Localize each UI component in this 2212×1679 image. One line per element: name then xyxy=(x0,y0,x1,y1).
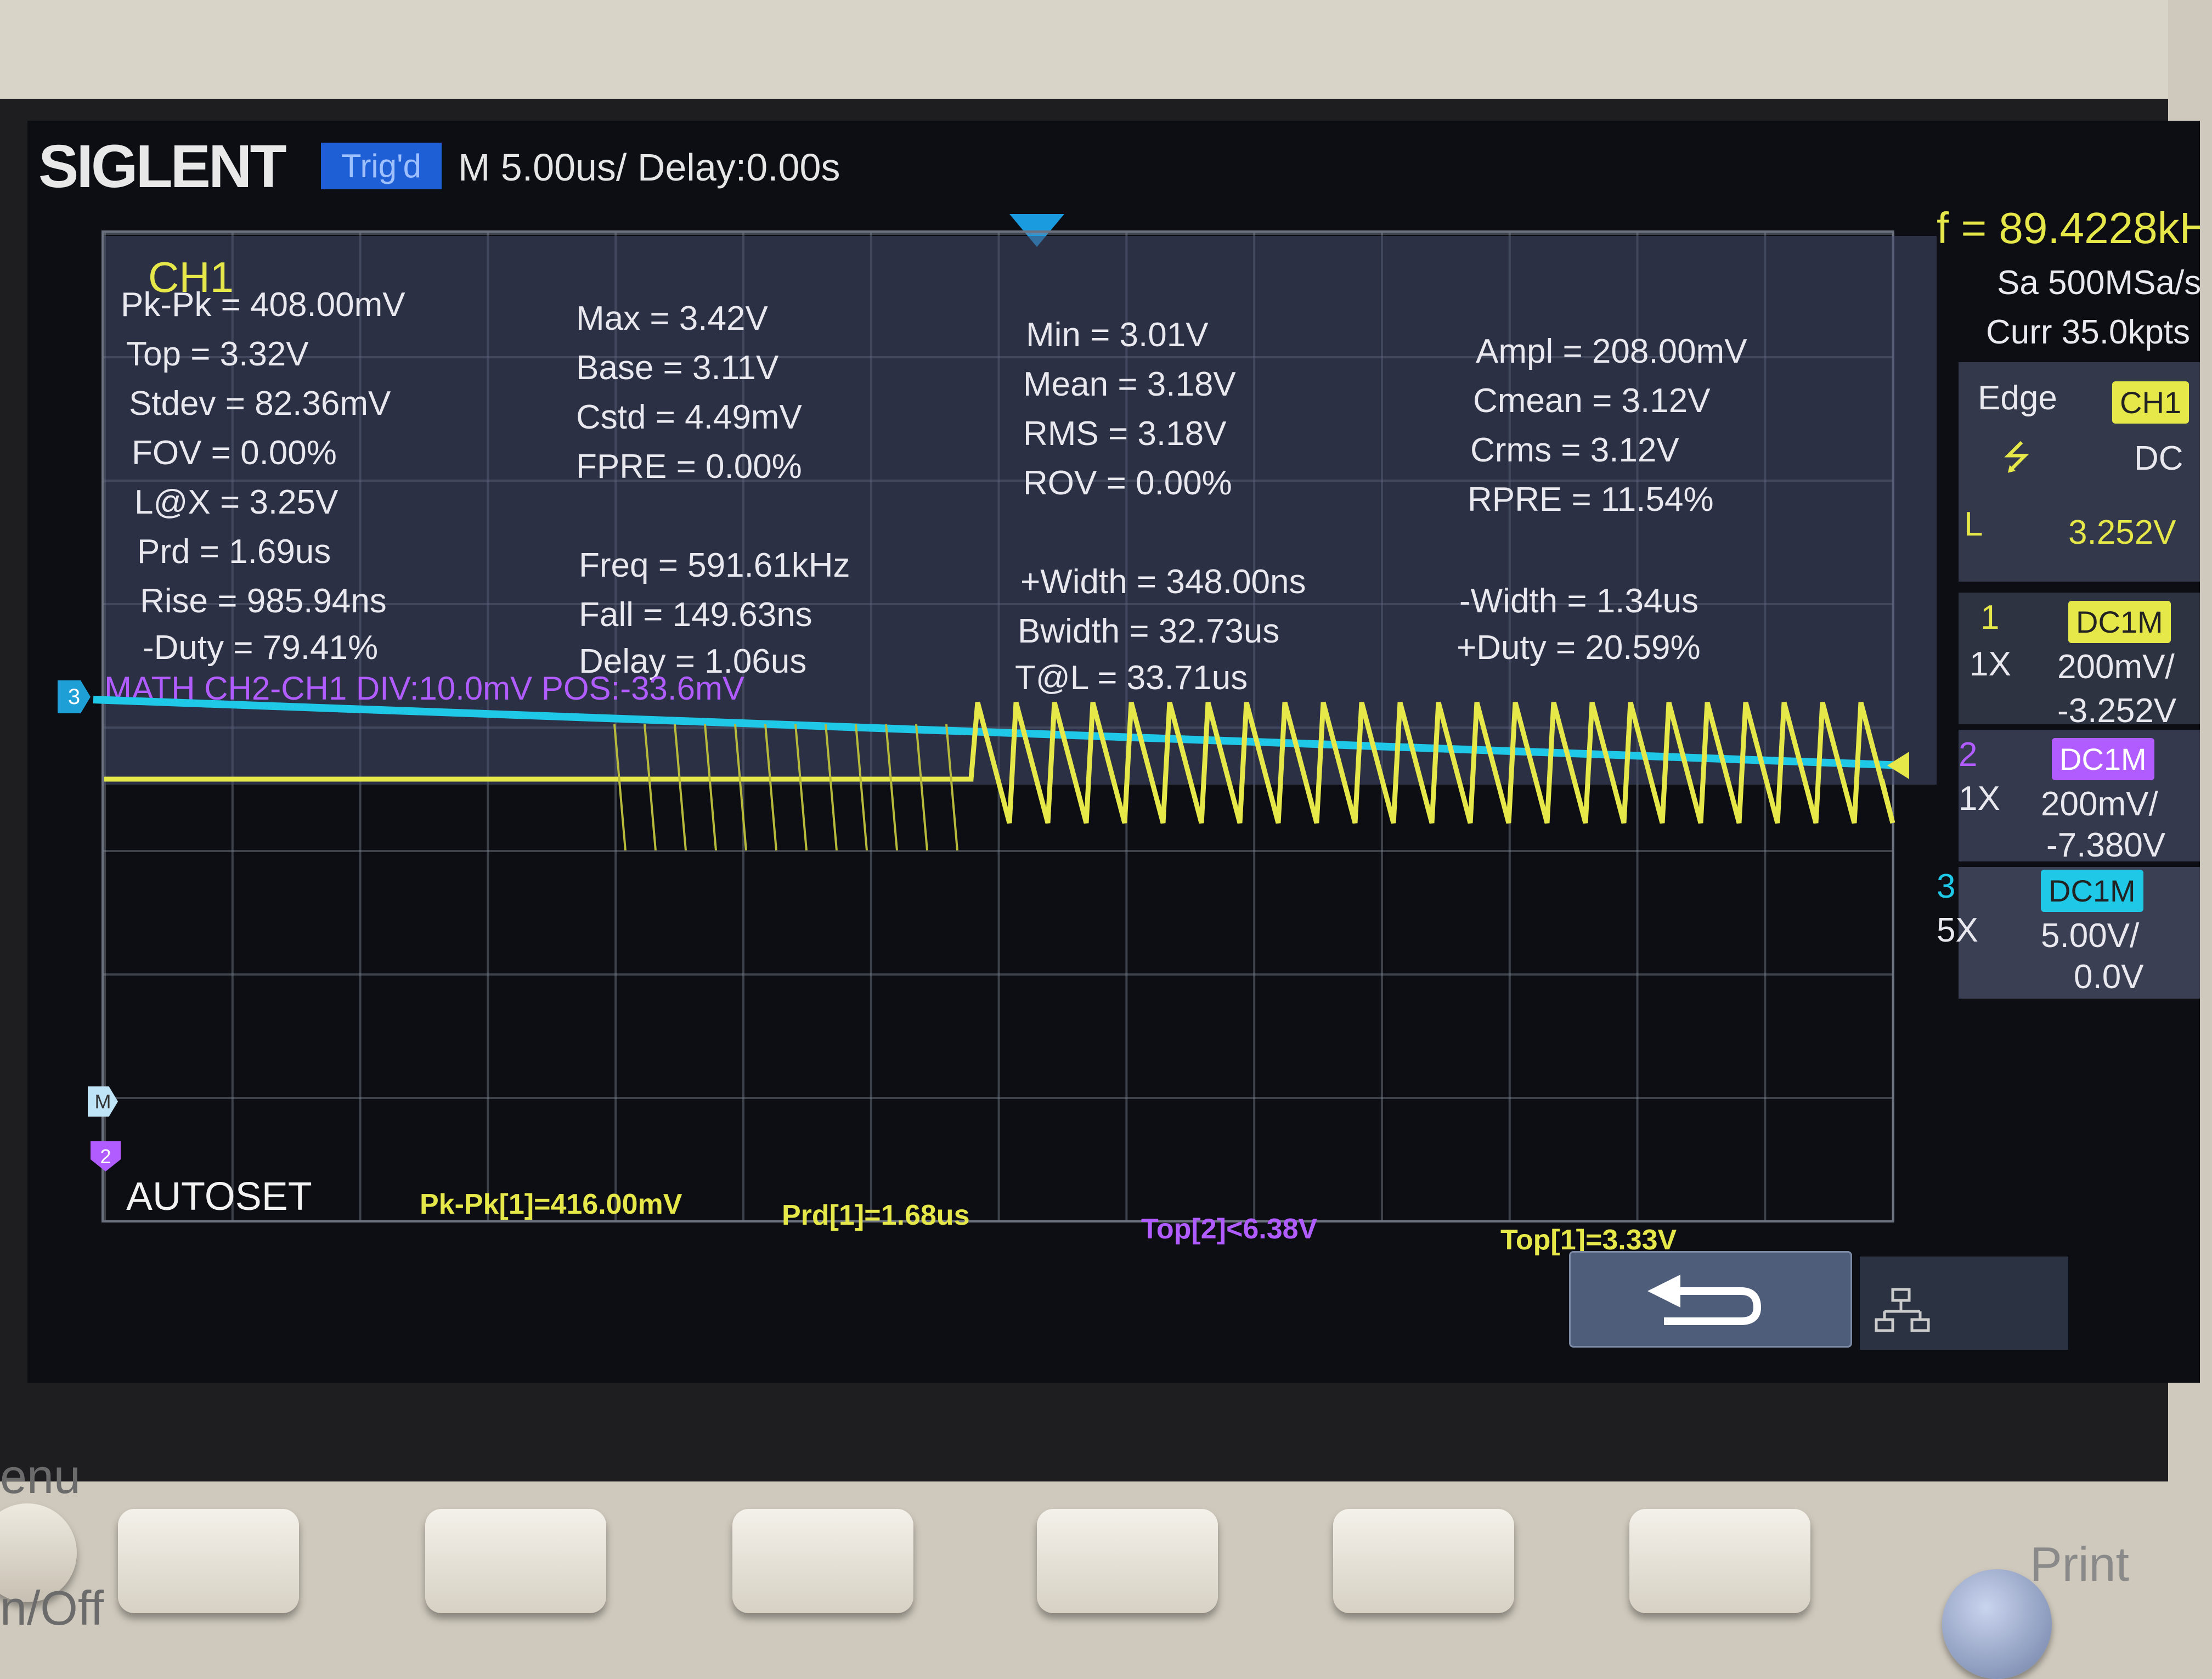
ch1-ringing-segment xyxy=(825,724,838,851)
frequency-counter: f = 89.4228kH xyxy=(1937,204,2200,252)
ch1-ringing-segment xyxy=(885,724,898,851)
trigger-level-label: L xyxy=(1964,505,1983,543)
return-arrow-icon xyxy=(1647,1275,1762,1325)
footer-prd1: Prd[1]=1.68us xyxy=(782,1199,970,1231)
ch1-probe: 1X xyxy=(1970,645,2011,683)
ch1-ringing-segment xyxy=(794,724,808,851)
scope-screen: SIGLENT Trig'd M 5.00us/ Delay:0.00s CH1… xyxy=(27,121,2200,1383)
trigger-source-badge: CH1 xyxy=(2112,381,2190,424)
onoff-label: n/Off xyxy=(0,1581,104,1635)
trigger-slope-icon: ⭍ xyxy=(2002,439,2031,477)
trigger-level-value: 3.252V xyxy=(2068,514,2176,551)
ch2-coupling-badge: DC1M xyxy=(2052,738,2154,780)
autoset-label: AUTOSET xyxy=(126,1175,312,1219)
ch3-number: 3 xyxy=(1937,867,1956,905)
ch3-probe: 5X xyxy=(1937,911,1978,949)
footer-top2: Top[2]<6.38V xyxy=(1141,1213,1318,1245)
softkey-5[interactable] xyxy=(1333,1509,1514,1613)
softkey-4[interactable] xyxy=(1037,1509,1218,1613)
trigger-coupling: DC xyxy=(2134,440,2183,477)
ch1-level-marker[interactable] xyxy=(1887,752,1909,779)
scope-frame-top xyxy=(0,0,2212,99)
ch1-number: 1 xyxy=(1980,599,2000,636)
network-button[interactable] xyxy=(1860,1257,2068,1350)
softkey-3[interactable] xyxy=(732,1509,913,1613)
back-button[interactable] xyxy=(1569,1251,1852,1348)
ch3-coupling-badge: DC1M xyxy=(2041,870,2143,912)
ch1-scale: 200mV/ xyxy=(2057,648,2175,686)
softkey-1[interactable] xyxy=(118,1509,299,1613)
ch1-ringing-segment xyxy=(855,724,868,851)
ch1-ringing-segment xyxy=(613,724,627,851)
ch1-ringing-segment xyxy=(945,724,958,851)
ch1-ringing-segment xyxy=(915,724,928,851)
ch2-number: 2 xyxy=(1959,736,1978,774)
ch2-offset: -7.380V xyxy=(2046,826,2166,864)
ch1-ringing-segment xyxy=(674,724,687,851)
softkey-6[interactable] xyxy=(1629,1509,1810,1613)
ch3-offset: 0.0V xyxy=(2074,958,2144,996)
network-icon xyxy=(1875,1288,1930,1332)
ch3-scale: 5.00V/ xyxy=(2041,917,2140,955)
waveform-traces xyxy=(93,696,1909,851)
menu-label: enu xyxy=(0,1449,81,1503)
ch1-coupling-badge: DC1M xyxy=(2068,601,2171,643)
ch1-ringing-segment xyxy=(764,724,777,851)
print-label: Print xyxy=(2030,1537,2129,1591)
ch1-ringing-segment xyxy=(734,724,747,851)
ch1-trace xyxy=(104,701,1895,824)
memory-depth: Curr 35.0kpts xyxy=(1986,313,2191,351)
sample-rate: Sa 500MSa/s xyxy=(1997,264,2200,302)
ch1-offset: -3.252V xyxy=(2057,692,2177,730)
softkey-2[interactable] xyxy=(425,1509,606,1613)
ch1-ringing-segment xyxy=(704,724,717,851)
footer-pkpk1: Pk-Pk[1]=416.00mV xyxy=(420,1188,682,1220)
trigger-type: Edge xyxy=(1978,379,2057,417)
ch2-probe: 1X xyxy=(1959,780,2000,818)
ch2-scale: 200mV/ xyxy=(2041,785,2158,823)
ch1-ringing-segment xyxy=(644,724,657,851)
